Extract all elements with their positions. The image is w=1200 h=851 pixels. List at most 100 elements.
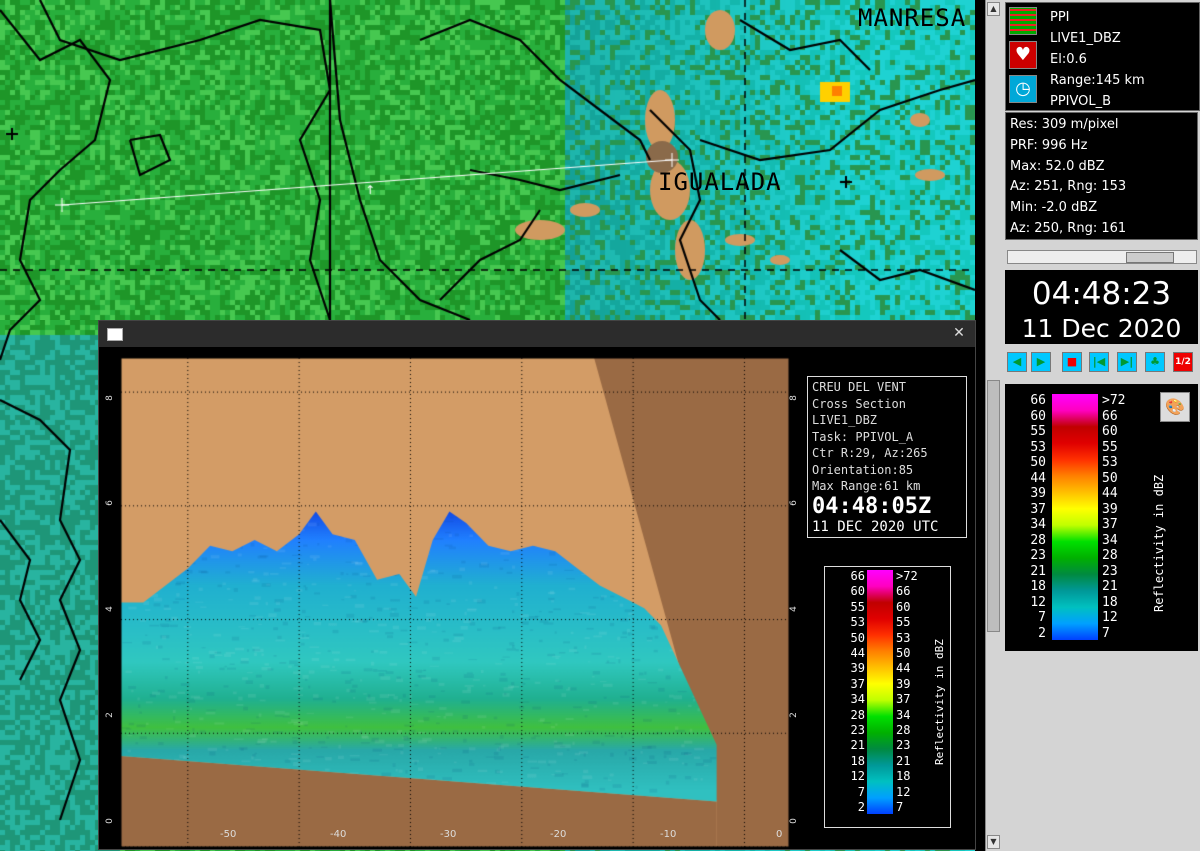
xs-info-orientation: Orientation:85 bbox=[812, 462, 914, 477]
legend-left-value: 53 bbox=[1030, 439, 1046, 455]
xs-legend-right-value: 44 bbox=[896, 661, 911, 676]
palette-icon[interactable]: 🎨 bbox=[1160, 392, 1190, 422]
first-frame-icon[interactable]: |◀ bbox=[1089, 352, 1109, 372]
legend-color-bar bbox=[1052, 394, 1098, 640]
legend-left-value: 55 bbox=[1030, 424, 1046, 439]
xs-legend-left-value: 18 bbox=[850, 753, 865, 768]
x-tick-label: -50 bbox=[220, 829, 237, 840]
legend-right-value: 44 bbox=[1102, 486, 1118, 501]
xs-legend-right-value: 66 bbox=[896, 584, 911, 599]
ppi-grid-icon[interactable] bbox=[1009, 7, 1037, 35]
xs-legend-left-value: 53 bbox=[850, 615, 865, 630]
one-two-icon[interactable]: 1/2 bbox=[1173, 352, 1193, 372]
legend-right-value: 7 bbox=[1102, 625, 1110, 641]
last-frame-icon[interactable]: ▶| bbox=[1117, 352, 1137, 372]
xs-legend-left-value: 7 bbox=[857, 784, 865, 799]
map-vertical-scrollbar[interactable]: ▲ ▼ bbox=[985, 0, 1000, 851]
window-titlebar[interactable]: ✕ bbox=[99, 321, 975, 347]
y-tick-label: 0 bbox=[788, 818, 799, 824]
xs-info-center: Ctr R:29, Az:265 bbox=[812, 446, 928, 460]
legend-right-value: 39 bbox=[1102, 501, 1118, 517]
stat-min-location: Az: 250, Rng: 161 bbox=[1010, 220, 1127, 236]
xs-legend-right-value: 7 bbox=[896, 800, 904, 814]
close-icon[interactable]: ✕ bbox=[951, 325, 967, 341]
legend-left-value: 44 bbox=[1030, 470, 1046, 486]
stat-min: Min: -2.0 dBZ bbox=[1010, 200, 1098, 216]
map-city-igualada: IGUALADA bbox=[658, 168, 782, 196]
legend-right-value: 12 bbox=[1102, 610, 1118, 625]
y-tick-label: 4 bbox=[104, 606, 115, 612]
legend-left-value: 37 bbox=[1030, 501, 1046, 517]
xs-legend-right-value: 28 bbox=[896, 723, 911, 737]
back-icon[interactable]: ◀ bbox=[1007, 352, 1027, 372]
legend-left-value: 50 bbox=[1030, 455, 1046, 470]
tree-icon[interactable]: ♣ bbox=[1145, 352, 1165, 372]
legend-right-value: 55 bbox=[1102, 439, 1118, 455]
clock-icon[interactable]: ◷ bbox=[1009, 75, 1037, 103]
y-tick-label: 4 bbox=[788, 606, 799, 612]
play-icon[interactable]: ▶ bbox=[1031, 352, 1051, 372]
scroll-down-arrow-icon[interactable]: ▼ bbox=[987, 835, 1000, 849]
xs-legend-left-value: 50 bbox=[850, 630, 865, 645]
xs-legend-left-value: 28 bbox=[850, 707, 865, 722]
stat-max-location: Az: 251, Rng: 153 bbox=[1010, 179, 1127, 195]
scan-date: 11 Dec 2020 bbox=[1021, 314, 1182, 343]
xs-legend-right-value: 50 bbox=[896, 646, 911, 660]
xs-info-type: Cross Section bbox=[812, 396, 906, 411]
legend-right-value: 53 bbox=[1102, 455, 1118, 470]
xs-legend-right-value: 34 bbox=[896, 707, 911, 722]
legend-right-value: >72 bbox=[1102, 393, 1126, 408]
info-line-task: LIVE1_DBZ bbox=[1050, 31, 1121, 46]
xs-legend-right-value: 12 bbox=[896, 784, 911, 799]
y-tick-label: 8 bbox=[788, 395, 799, 401]
legend-right-value: 60 bbox=[1102, 424, 1118, 439]
map-city-manresa: MANRESA bbox=[858, 4, 967, 32]
xs-legend-right-value: 23 bbox=[896, 738, 911, 753]
cross-section-legend: 66 60 55 53 50 44 39 37 34 28 23 21 18 1… bbox=[824, 566, 951, 828]
heart-ve-icon[interactable]: ♥ bbox=[1009, 41, 1037, 69]
legend-right-value: 37 bbox=[1102, 517, 1118, 532]
xs-legend-right-value: 55 bbox=[896, 615, 911, 630]
info-line-elevation: El:0.6 bbox=[1050, 52, 1087, 67]
xs-legend-left-value: 39 bbox=[850, 661, 865, 676]
animation-slider[interactable] bbox=[1007, 250, 1197, 264]
legend-left-value: 23 bbox=[1030, 548, 1046, 563]
x-tick-label: 0 bbox=[776, 829, 783, 840]
legend-right-value: 34 bbox=[1102, 532, 1118, 548]
legend-left-value: 2 bbox=[1038, 625, 1046, 641]
stop-icon[interactable]: ■ bbox=[1062, 352, 1082, 372]
radar-product-info: ♥ ◷ PPI LIVE1_DBZ El:0.6 Range:145 km PP… bbox=[1005, 2, 1200, 111]
cross-section-info: CREU DEL VENT Cross Section LIVE1_DBZ Ta… bbox=[807, 376, 967, 538]
legend-left-value: 60 bbox=[1030, 408, 1046, 424]
x-tick-label: -30 bbox=[440, 829, 457, 840]
xs-legend-left-value: 23 bbox=[850, 723, 865, 737]
scrollbar-thumb[interactable] bbox=[987, 380, 1000, 632]
xs-legend-left-value: 44 bbox=[850, 646, 865, 660]
xs-date: 11 DEC 2020 UTC bbox=[812, 518, 939, 535]
xs-legend-left-value: 60 bbox=[850, 584, 865, 599]
legend-left-value: 28 bbox=[1030, 532, 1046, 548]
legend-right-value: 23 bbox=[1102, 563, 1118, 579]
slider-knob[interactable] bbox=[1126, 252, 1174, 263]
legend-unit-label: Reflectivity in dBZ bbox=[1152, 474, 1166, 612]
legend-left-value: 39 bbox=[1030, 486, 1046, 501]
legend-right-value: 21 bbox=[1102, 579, 1118, 594]
xs-legend-left-value: 12 bbox=[850, 769, 865, 784]
xs-legend-right-value: 18 bbox=[896, 769, 911, 784]
xs-legend-right-value: 53 bbox=[896, 630, 911, 645]
xs-info-radar: CREU DEL VENT bbox=[812, 380, 906, 394]
legend-left-value: 21 bbox=[1030, 563, 1046, 579]
xs-info-max-range: Max Range:61 km bbox=[812, 479, 921, 493]
xs-legend-color-bar bbox=[867, 570, 893, 814]
scroll-up-arrow-icon[interactable]: ▲ bbox=[987, 2, 1000, 16]
stat-max: Max: 52.0 dBZ bbox=[1010, 158, 1105, 174]
xs-info-task: Task: PPIVOL_A bbox=[812, 429, 914, 444]
legend-left-value: 18 bbox=[1030, 579, 1046, 594]
legend-left-value: 34 bbox=[1030, 517, 1046, 532]
xs-legend-left-value: 2 bbox=[857, 800, 865, 814]
info-line-range: Range:145 km bbox=[1050, 73, 1145, 88]
xs-legend-right-value: 39 bbox=[896, 676, 911, 691]
cross-section-window: ✕ -50 -40 -30 -20 -10 0 0 2 4 6 8 0 2 4 … bbox=[98, 320, 976, 850]
xs-legend-left-value: 37 bbox=[850, 676, 865, 691]
x-tick-label: -10 bbox=[660, 829, 677, 840]
